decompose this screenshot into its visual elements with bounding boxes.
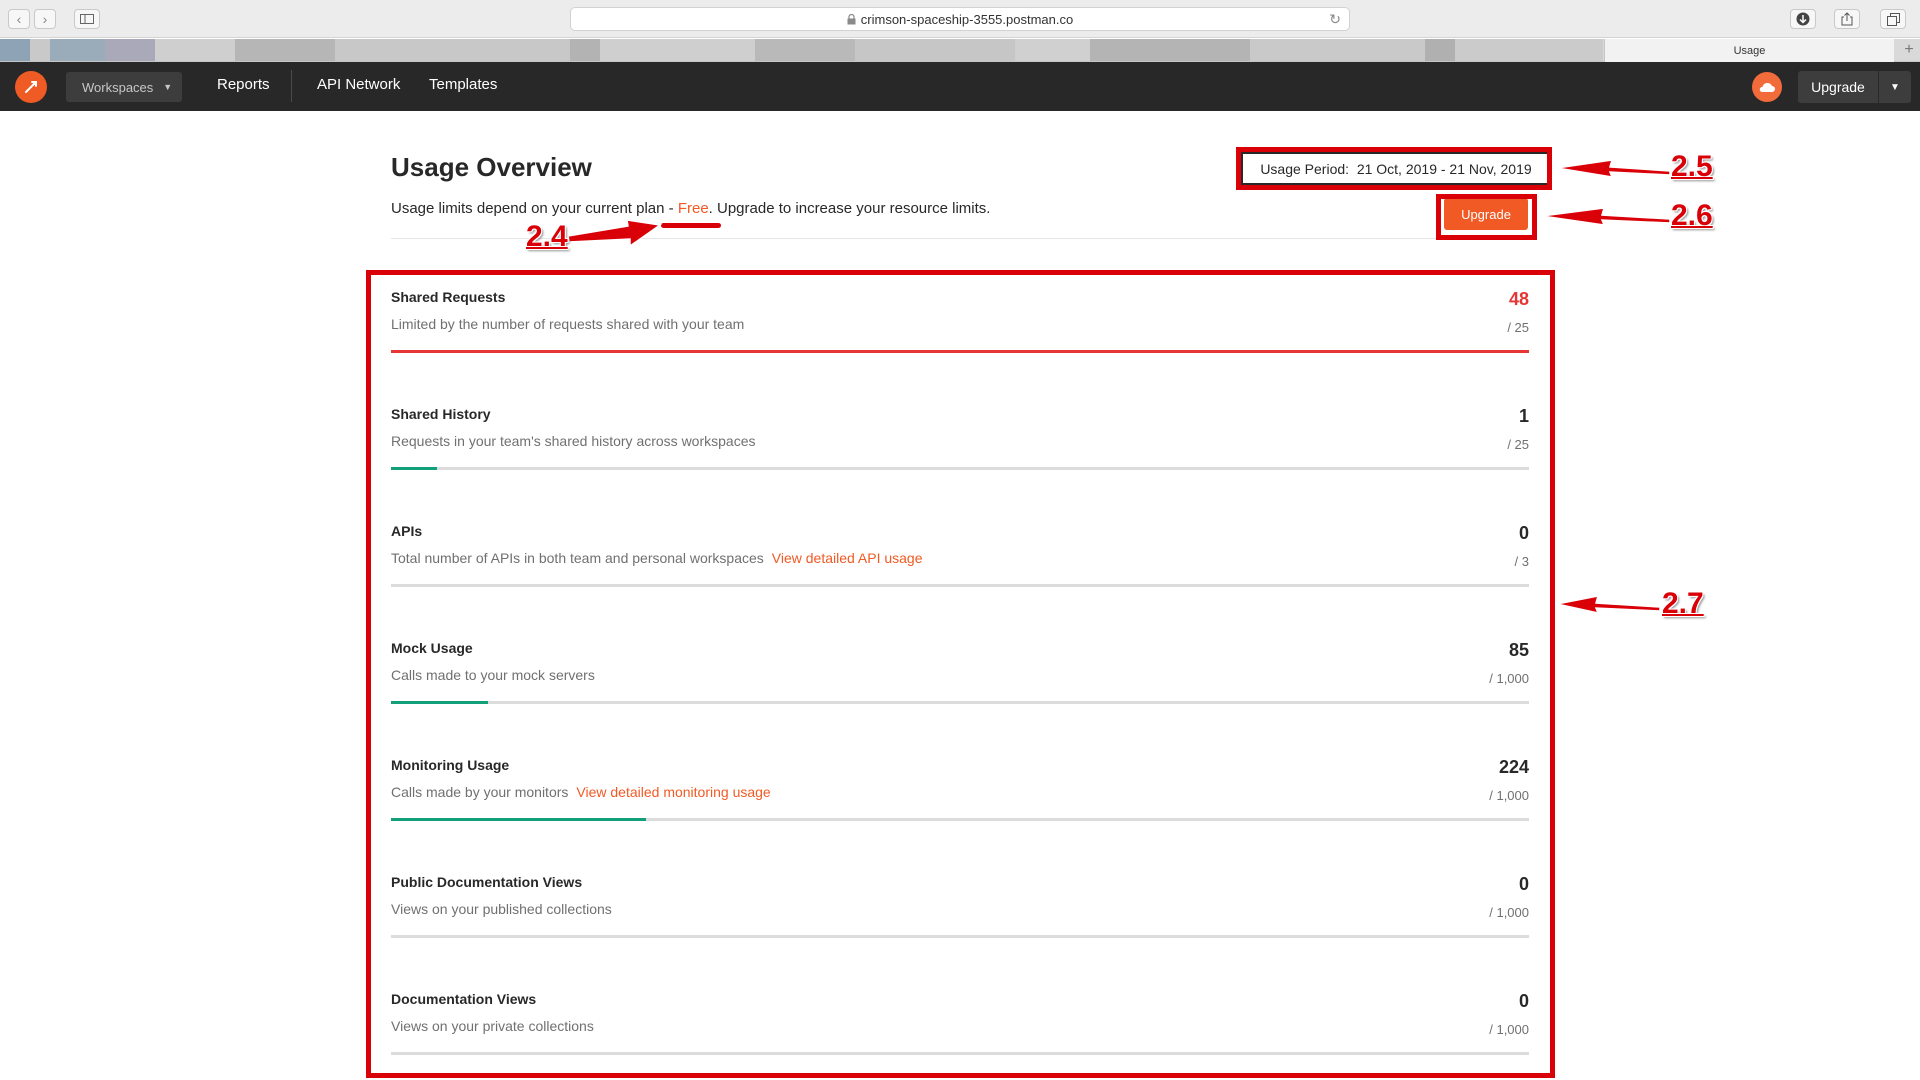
nav-divider xyxy=(291,70,292,102)
browser-titlebar: ‹ › crimson-spaceship-3555.postman.co ↻ xyxy=(0,0,1920,38)
nav-api-network[interactable]: API Network xyxy=(317,76,400,93)
nav-reports[interactable]: Reports xyxy=(217,76,270,93)
tab-blurred[interactable] xyxy=(335,39,570,61)
caret-down-icon: ▼ xyxy=(163,82,173,92)
tab-blurred[interactable] xyxy=(50,39,105,61)
tab-blurred[interactable] xyxy=(30,39,50,61)
caret-down-icon: ▼ xyxy=(1890,81,1900,93)
chevron-right-icon: › xyxy=(42,11,48,27)
page-title: Usage Overview xyxy=(391,152,592,182)
reload-icon[interactable]: ↻ xyxy=(1329,11,1341,28)
tab-strip: Usage + xyxy=(0,39,1920,62)
sidebar-icon xyxy=(80,14,94,24)
annotation-label-2-7: 2.7 xyxy=(1662,587,1704,620)
rocket-icon xyxy=(25,81,37,93)
plan-description-suffix: . Upgrade to increase your resource limi… xyxy=(708,200,991,217)
tab-blurred[interactable] xyxy=(570,39,600,61)
workspaces-dropdown[interactable]: Workspaces ▼ xyxy=(66,72,182,102)
tab-blurred[interactable] xyxy=(1015,39,1090,61)
annotation-box-period xyxy=(1236,147,1552,190)
upgrade-menu-button[interactable]: ▼ xyxy=(1879,71,1911,103)
tab-blurred[interactable] xyxy=(235,39,335,61)
new-tab-button[interactable]: + xyxy=(1898,39,1920,61)
cloud-icon xyxy=(1759,82,1775,92)
tabs-icon xyxy=(1886,12,1900,26)
annotation-label-2-6: 2.6 xyxy=(1671,199,1713,232)
tab-usage[interactable]: Usage xyxy=(1604,39,1894,62)
plan-description-prefix: Usage limits depend on your current plan… xyxy=(391,200,678,217)
back-button[interactable]: ‹ xyxy=(8,9,30,29)
tabs-overview-button[interactable] xyxy=(1880,9,1906,29)
tab-blurred[interactable] xyxy=(1425,39,1455,61)
tab-blurred[interactable] xyxy=(755,39,855,61)
tab-blurred[interactable] xyxy=(600,39,755,61)
download-icon xyxy=(1796,12,1810,26)
plan-name: Free xyxy=(677,200,709,217)
header-upgrade-button[interactable]: Upgrade xyxy=(1798,71,1878,103)
plan-description: Usage limits depend on your current plan… xyxy=(391,200,990,217)
annotation-label-2-5: 2.5 xyxy=(1671,150,1713,183)
downloads-button[interactable] xyxy=(1790,9,1816,29)
annotation-label-2-4: 2.4 xyxy=(526,220,568,253)
annotation-box-upgrade xyxy=(1436,194,1537,240)
lock-icon xyxy=(847,13,856,24)
tab-blurred[interactable] xyxy=(155,39,235,61)
nav-templates[interactable]: Templates xyxy=(429,76,497,93)
tab-blurred[interactable] xyxy=(855,39,1015,61)
tab-blurred[interactable] xyxy=(105,39,155,61)
workspaces-label: Workspaces xyxy=(82,79,154,95)
postman-logo[interactable] xyxy=(15,71,47,103)
sidebar-toggle-button[interactable] xyxy=(74,9,100,29)
chevron-left-icon: ‹ xyxy=(16,11,22,27)
forward-button[interactable]: › xyxy=(34,9,56,29)
annotation-box-metrics xyxy=(366,270,1555,1078)
app-header: Workspaces ▼ Reports API Network Templat… xyxy=(0,62,1920,111)
tab-blurred[interactable] xyxy=(1455,39,1603,61)
url-text: crimson-spaceship-3555.postman.co xyxy=(860,11,1074,27)
tab-blurred[interactable] xyxy=(0,39,30,61)
share-button[interactable] xyxy=(1834,9,1860,29)
tab-blurred[interactable] xyxy=(1090,39,1250,61)
annotation-underline xyxy=(661,223,721,228)
address-bar[interactable]: crimson-spaceship-3555.postman.co ↻ xyxy=(570,7,1350,31)
share-icon xyxy=(1841,12,1853,26)
tab-blurred[interactable] xyxy=(1250,39,1425,61)
sync-status-button[interactable] xyxy=(1752,72,1782,102)
